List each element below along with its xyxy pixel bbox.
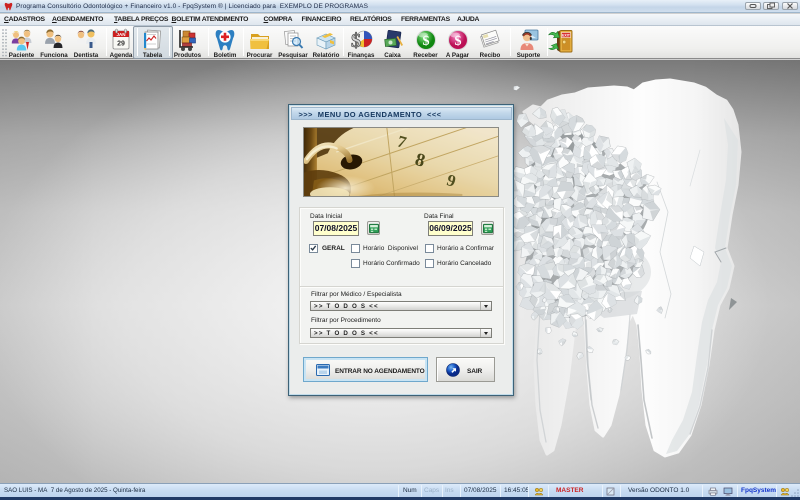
svg-text:JAN: JAN [116, 32, 125, 37]
svg-text:$: $ [351, 30, 361, 52]
svg-text:29: 29 [117, 41, 125, 48]
svg-text:EXIT: EXIT [562, 34, 571, 38]
